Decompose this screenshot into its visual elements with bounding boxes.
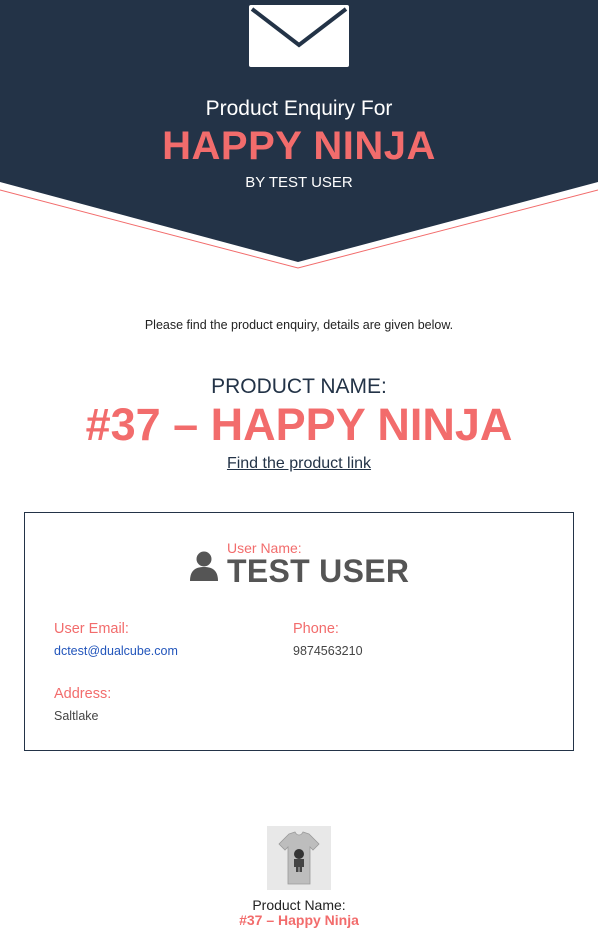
- product-thumbnail[interactable]: [267, 826, 331, 890]
- header-by-line: BY TEST USER: [245, 174, 353, 191]
- user-details-card: User Name: TEST USER User Email: dctest@…: [24, 512, 574, 751]
- product-name-value: #37 – HAPPY NINJA: [85, 399, 513, 450]
- header-subtitle: Product Enquiry For: [205, 97, 393, 120]
- address-label: Address:: [54, 686, 112, 702]
- header-title: HAPPY NINJA: [162, 124, 436, 168]
- footer-product-label: Product Name:: [252, 897, 346, 913]
- phone-value: 9874563210: [293, 644, 363, 658]
- product-link[interactable]: Find the product link: [227, 455, 371, 472]
- envelope-icon: [249, 5, 349, 67]
- email-header: Product Enquiry For HAPPY NINJA BY TEST …: [0, 0, 598, 280]
- footer-product-value[interactable]: #37 – Happy Ninja: [0, 912, 598, 928]
- user-email-label: User Email:: [54, 621, 129, 637]
- address-value: Saltlake: [54, 709, 99, 723]
- product-name-label: PRODUCT NAME:: [211, 375, 387, 398]
- phone-label: Phone:: [293, 621, 339, 637]
- tshirt-image: [267, 826, 331, 890]
- user-icon: [190, 551, 218, 581]
- product-link-container: Find the product link: [0, 455, 598, 473]
- user-name-value: TEST USER: [227, 553, 410, 589]
- intro-text: Please find the product enquiry, details…: [144, 318, 454, 332]
- user-email-value[interactable]: dctest@dualcube.com: [54, 644, 178, 658]
